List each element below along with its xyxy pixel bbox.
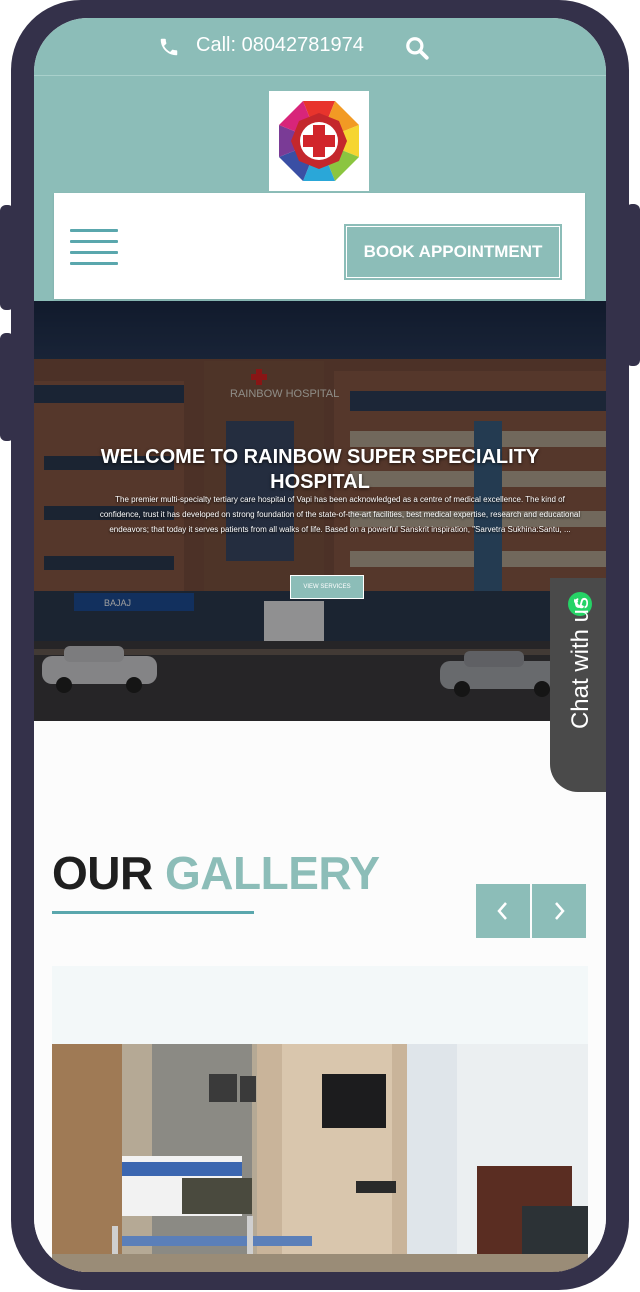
logo-icon	[279, 101, 359, 181]
gallery-heading-part2: GALLERY	[165, 847, 380, 899]
book-appointment-button[interactable]: BOOK APPOINTMENT	[346, 226, 560, 278]
hospital-room-photo	[52, 1044, 588, 1272]
gallery-next-button[interactable]	[532, 884, 586, 938]
gallery-heading: OUR GALLERY	[52, 846, 380, 900]
view-services-button[interactable]: VIEW SERVICES	[290, 575, 364, 599]
nav-bar: BOOK APPOINTMENT	[54, 193, 585, 299]
hero-banner: BAJAJ RAINBOW HOSPITAL WELCOME TO RAINBO…	[34, 301, 606, 721]
heading-underline	[52, 911, 254, 914]
gallery-heading-part1: OUR	[52, 847, 153, 899]
gallery-card[interactable]	[52, 966, 588, 1272]
power-button	[626, 204, 640, 366]
gallery-prev-button[interactable]	[476, 884, 530, 938]
chevron-right-icon	[555, 902, 565, 920]
top-bar: Call: 08042781974	[34, 18, 606, 76]
call-number[interactable]: Call: 08042781974	[196, 34, 364, 57]
hamburger-menu-icon[interactable]	[70, 229, 118, 265]
hospital-logo[interactable]	[269, 91, 369, 191]
chevron-left-icon	[497, 902, 507, 920]
phone-icon[interactable]	[158, 36, 180, 58]
gallery-section: OUR GALLERY	[34, 721, 606, 1272]
hero-title: WELCOME TO RAINBOW SUPER SPECIALITY HOSP…	[100, 446, 540, 493]
header: BOOK APPOINTMENT	[34, 76, 606, 301]
volume-down-button	[0, 333, 14, 441]
hero-description: The premier multi-specialty tertiary car…	[99, 495, 581, 534]
volume-up-button	[0, 205, 14, 310]
search-icon[interactable]	[404, 35, 430, 61]
screen: Call: 08042781974 BOOK APPOINTMENT WELCO…	[34, 18, 606, 1272]
chat-with-us-label[interactable]: Chat with us	[567, 597, 595, 729]
